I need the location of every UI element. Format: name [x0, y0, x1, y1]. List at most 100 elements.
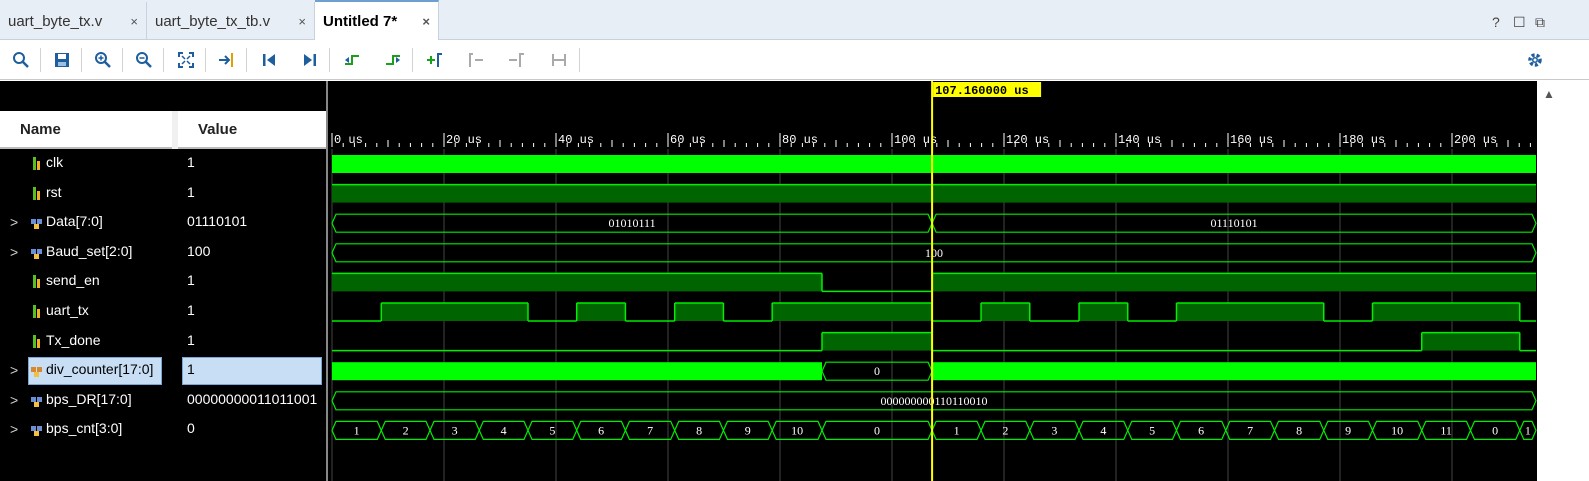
bus-value-label: 9: [1345, 423, 1351, 437]
bus-value-label: 5: [1149, 423, 1155, 437]
prev-transition-icon[interactable]: [341, 49, 363, 71]
bus-value-label: 10: [791, 423, 803, 437]
signal-value: 100: [187, 242, 211, 259]
column-divider[interactable]: [172, 111, 178, 149]
goto-start-icon[interactable]: [258, 49, 280, 71]
save-icon[interactable]: [51, 49, 73, 71]
add-marker-icon[interactable]: [424, 49, 446, 71]
vertical-scrollbar[interactable]: ▲: [1537, 81, 1589, 481]
goto-end-icon[interactable]: [299, 49, 321, 71]
wave-high-fill: [981, 303, 1030, 321]
zoom-out-icon[interactable]: [133, 49, 155, 71]
bus-value-label: 8: [1296, 423, 1302, 437]
bus-value-label: 3: [452, 423, 458, 437]
signal-row[interactable]: > bps_cnt[3:0] 0: [0, 415, 326, 445]
bus-value-label: 0: [874, 423, 880, 437]
expand-chevron-icon[interactable]: >: [10, 362, 18, 378]
wave-high-fill: [1421, 332, 1520, 351]
expand-chevron-icon[interactable]: >: [10, 244, 18, 260]
bit-signal-icon: [33, 186, 40, 200]
signal-row[interactable]: > Baud_set[2:0] 100: [0, 238, 326, 268]
tab-bar: uart_byte_tx.v × uart_byte_tx_tb.v × Unt…: [0, 0, 1589, 40]
tab-label: uart_byte_tx.v: [8, 12, 103, 30]
wave-high-fill: [1372, 303, 1520, 321]
waveform-panel[interactable]: 0 us 20 us 40 us 60 us 80 us 100 us 120 us 140 …: [326, 81, 1589, 481]
tab-label: Untitled 7*: [323, 12, 398, 30]
ruler-tick-label: 20 us: [446, 133, 482, 147]
signal-row[interactable]: uart_tx 1: [0, 297, 326, 327]
signal-name: bps_DR[17:0]: [46, 390, 132, 407]
bus-value-label: 0: [874, 364, 880, 378]
signal-value: 1: [187, 272, 195, 289]
bus-value-label: 10: [1391, 423, 1403, 437]
signal-list-panel: Name Value clk 1 rst 1 > Data[7:0] 01110101 > Ba…: [0, 81, 326, 481]
bus-value-label: 100: [925, 246, 943, 260]
settings-gear-icon[interactable]: [1524, 49, 1546, 71]
bus-value-label: 1: [354, 423, 360, 437]
bus-value-label: 2: [1002, 423, 1008, 437]
signal-row[interactable]: > div_counter[17:0] 1: [0, 356, 326, 386]
next-transition-icon[interactable]: [382, 49, 404, 71]
signal-value: 1: [187, 183, 195, 200]
bus-dense-fill: [932, 362, 1536, 381]
wave-high-fill: [822, 332, 933, 351]
signal-name: Tx_done: [46, 331, 101, 348]
swap-cursors-icon: [548, 49, 570, 71]
signal-name: div_counter[17:0]: [46, 361, 154, 378]
value-column-header[interactable]: Value: [178, 111, 326, 149]
bus-dense-fill: [332, 362, 822, 381]
cursor-time-label: 107.160000 us: [935, 84, 1029, 98]
bus-value-label: 7: [1247, 423, 1253, 437]
bus-value-label: 2: [403, 423, 409, 437]
expand-chevron-icon[interactable]: >: [10, 392, 18, 408]
bus-value-label: 9: [745, 423, 751, 437]
maximize-icon[interactable]: ⧉: [1535, 14, 1545, 31]
wave-high-fill: [381, 303, 528, 321]
ruler-tick-label: 40 us: [558, 133, 594, 147]
bit-signal-icon: [33, 305, 40, 318]
help-icon[interactable]: ?: [1492, 14, 1500, 30]
signal-row[interactable]: Tx_done 1: [0, 327, 326, 357]
bus-value-label: 5: [549, 423, 555, 437]
clk-dense-wave: [332, 155, 1536, 173]
name-column-header[interactable]: Name: [0, 111, 172, 149]
waveform-canvas[interactable]: 0 us 20 us 40 us 60 us 80 us 100 us 120 us 140 …: [328, 81, 1539, 481]
bit-signal-icon: [33, 275, 40, 289]
expand-chevron-icon[interactable]: >: [10, 421, 18, 437]
restore-icon[interactable]: ☐: [1513, 14, 1526, 31]
wave-high-fill: [674, 303, 724, 321]
waveform-toolbar: [0, 40, 1589, 80]
bus-value-label: 11: [1440, 423, 1452, 437]
zoom-fit-icon[interactable]: [175, 49, 197, 71]
goto-cursor-icon[interactable]: [216, 49, 238, 71]
expand-chevron-icon[interactable]: >: [10, 214, 18, 230]
close-icon[interactable]: ×: [298, 14, 306, 29]
bus-value-label: 1: [954, 423, 960, 437]
prev-marker-icon: [465, 49, 487, 71]
signal-row[interactable]: clk 1: [0, 149, 326, 179]
tab-untitled-7[interactable]: Untitled 7* ×: [315, 0, 439, 40]
ruler-tick-label: 140 us: [1118, 133, 1161, 147]
ruler-tick-label: 180 us: [1342, 133, 1385, 147]
tab-uart-byte-tx-tb[interactable]: uart_byte_tx_tb.v ×: [147, 2, 315, 40]
close-icon[interactable]: ×: [422, 14, 430, 29]
signal-row[interactable]: > Data[7:0] 01110101: [0, 208, 326, 238]
ruler-tick-label: 160 us: [1230, 133, 1273, 147]
zoom-in-icon[interactable]: [92, 49, 114, 71]
search-icon[interactable]: [10, 49, 32, 71]
scroll-up-icon[interactable]: ▲: [1543, 87, 1555, 101]
signal-value: 01110101: [187, 213, 248, 230]
ruler-tick-label: 60 us: [670, 133, 706, 147]
signal-row[interactable]: send_en 1: [0, 267, 326, 297]
bus-signal-icon: [31, 248, 42, 259]
tab-uart-byte-tx[interactable]: uart_byte_tx.v ×: [0, 2, 147, 40]
signal-value: 0: [187, 420, 195, 437]
ruler-tick-label: 100 us: [894, 133, 937, 147]
bus-value-label: 6: [1198, 423, 1204, 437]
bus-signal-icon: [31, 367, 42, 378]
bus-value-label: 3: [1051, 423, 1057, 437]
signal-row[interactable]: rst 1: [0, 179, 326, 209]
signal-row[interactable]: > bps_DR[17:0] 00000000011011001: [0, 386, 326, 416]
close-icon[interactable]: ×: [130, 14, 138, 29]
tab-label: uart_byte_tx_tb.v: [155, 12, 271, 30]
